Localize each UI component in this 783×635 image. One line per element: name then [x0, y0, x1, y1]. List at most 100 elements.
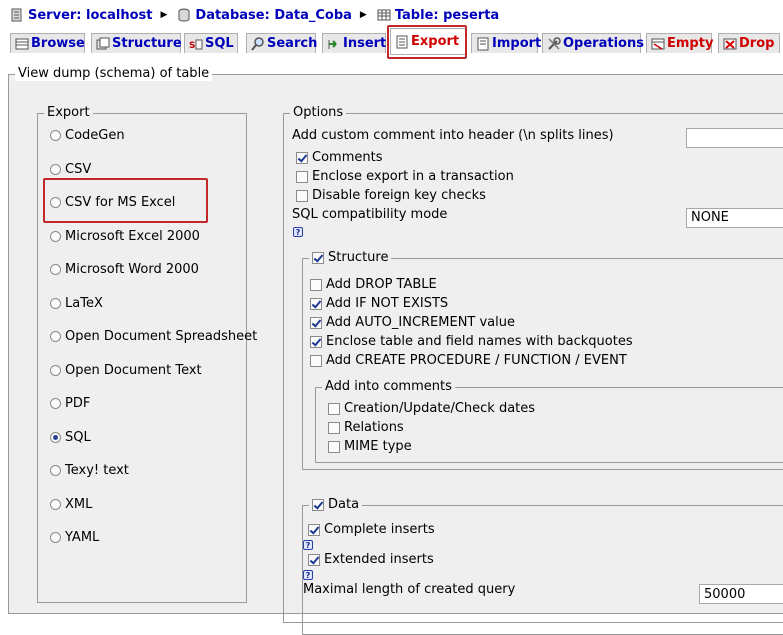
- table-icon: [377, 8, 391, 22]
- options-legend: Options: [290, 105, 347, 120]
- auto-increment-checkbox[interactable]: [310, 316, 322, 329]
- procedures-label: Add CREATE PROCEDURE / FUNCTION / EVENT: [326, 353, 627, 368]
- comments-checkbox[interactable]: [296, 151, 308, 164]
- drop-table-option[interactable]: Add DROP TABLE: [310, 277, 437, 292]
- structure-legend[interactable]: Structure: [309, 250, 392, 265]
- browse-icon: [15, 37, 29, 51]
- structure-icon: [96, 37, 110, 51]
- tab-sql[interactable]: S SQL: [184, 33, 238, 53]
- format-radio[interactable]: [50, 398, 61, 409]
- header-comment-label: Add custom comment into header (\n split…: [292, 128, 614, 143]
- tab-search[interactable]: Search: [246, 33, 318, 53]
- max-query-label: Maximal length of created query: [303, 582, 515, 597]
- format-radio[interactable]: [50, 532, 61, 543]
- tab-import[interactable]: Import: [471, 33, 541, 53]
- extended-inserts-checkbox[interactable]: [308, 553, 320, 566]
- format-radio[interactable]: [50, 164, 61, 175]
- format-radio[interactable]: [50, 264, 61, 275]
- header-comment-input[interactable]: [686, 128, 783, 148]
- format-option-yaml[interactable]: YAML: [50, 530, 99, 545]
- format-radio-selected[interactable]: [50, 432, 61, 443]
- comments-label: Comments: [312, 150, 383, 165]
- breadcrumb-database-link[interactable]: Database: Data_Coba: [195, 8, 352, 23]
- format-radio[interactable]: [50, 231, 61, 242]
- format-option-xml[interactable]: XML: [50, 497, 92, 512]
- format-radio[interactable]: [50, 298, 61, 309]
- structure-checkbox[interactable]: [312, 251, 324, 264]
- complete-inserts-option[interactable]: Complete inserts: [308, 522, 435, 537]
- wrench-icon: [547, 36, 561, 51]
- mime-checkbox[interactable]: [328, 440, 340, 453]
- format-label: SQL: [65, 430, 91, 445]
- format-radio[interactable]: [50, 365, 61, 376]
- tab-structure[interactable]: Structure: [91, 33, 182, 53]
- dates-checkbox[interactable]: [328, 402, 340, 415]
- data-fieldset: Data Complete inserts ? Extended inserts…: [302, 497, 783, 635]
- format-option-pdf[interactable]: PDF: [50, 396, 90, 411]
- compat-mode-select[interactable]: NONE: [686, 208, 783, 228]
- if-not-exists-option[interactable]: Add IF NOT EXISTS: [310, 296, 448, 311]
- tab-drop[interactable]: Drop: [718, 33, 780, 53]
- data-legend-text: Data: [328, 497, 360, 512]
- format-radio[interactable]: [50, 331, 61, 342]
- format-radio[interactable]: [50, 130, 61, 141]
- format-option-excel-2000[interactable]: Microsoft Excel 2000: [50, 229, 200, 244]
- if-not-exists-checkbox[interactable]: [310, 297, 322, 310]
- format-radio[interactable]: [50, 499, 61, 510]
- format-radio[interactable]: [50, 465, 61, 476]
- fk-checks-option[interactable]: Disable foreign key checks: [296, 188, 486, 203]
- procedures-checkbox[interactable]: [310, 354, 322, 367]
- format-option-odt[interactable]: Open Document Text: [50, 363, 202, 378]
- procedures-option[interactable]: Add CREATE PROCEDURE / FUNCTION / EVENT: [310, 353, 627, 368]
- format-option-sql[interactable]: SQL: [50, 430, 91, 445]
- backquotes-option[interactable]: Enclose table and field names with backq…: [310, 334, 633, 349]
- help-icon[interactable]: ?: [303, 540, 313, 550]
- max-query-input[interactable]: [699, 584, 783, 604]
- auto-increment-option[interactable]: Add AUTO_INCREMENT value: [310, 315, 515, 330]
- breadcrumb-server-link[interactable]: Server: localhost: [28, 8, 152, 23]
- relations-option[interactable]: Relations: [328, 420, 404, 435]
- mime-option[interactable]: MIME type: [328, 439, 412, 454]
- header-comment-text: Add custom comment into header (\n split…: [292, 128, 614, 143]
- breadcrumb-table-link[interactable]: Table: peserta: [395, 8, 499, 23]
- transaction-option[interactable]: Enclose export in a transaction: [296, 169, 514, 184]
- help-icon[interactable]: ?: [303, 570, 313, 580]
- extended-inserts-option[interactable]: Extended inserts: [308, 552, 434, 567]
- fk-checks-checkbox[interactable]: [296, 189, 308, 202]
- format-option-latex[interactable]: LaTeX: [50, 296, 103, 311]
- tab-insert[interactable]: Insert: [322, 33, 386, 53]
- format-option-ods[interactable]: Open Document Spreadsheet: [50, 329, 257, 344]
- tab-operations[interactable]: Operations: [542, 33, 644, 53]
- dates-option[interactable]: Creation/Update/Check dates: [328, 401, 535, 416]
- data-checkbox[interactable]: [312, 498, 324, 511]
- format-option-word-2000[interactable]: Microsoft Word 2000: [50, 262, 199, 277]
- drop-table-checkbox[interactable]: [310, 278, 322, 291]
- format-label: CodeGen: [65, 128, 125, 143]
- format-option-texy[interactable]: Texy! text: [50, 463, 129, 478]
- complete-inserts-checkbox[interactable]: [308, 523, 320, 536]
- fk-checks-label: Disable foreign key checks: [312, 188, 486, 203]
- format-option-codegen[interactable]: CodeGen: [50, 128, 125, 143]
- tab-empty[interactable]: Empty: [646, 33, 713, 53]
- comments-option[interactable]: Comments: [296, 150, 382, 165]
- transaction-label: Enclose export in a transaction: [312, 169, 514, 184]
- tab-browse[interactable]: Browse: [10, 33, 85, 53]
- structure-legend-text: Structure: [328, 250, 389, 265]
- data-legend[interactable]: Data: [309, 497, 363, 512]
- backquotes-checkbox[interactable]: [310, 335, 322, 348]
- tab-label: Operations: [563, 36, 644, 51]
- auto-increment-label: Add AUTO_INCREMENT value: [326, 315, 516, 330]
- compat-mode-text: SQL compatibility mode: [292, 207, 448, 222]
- tab-label: Insert: [343, 36, 387, 51]
- transaction-checkbox[interactable]: [296, 170, 308, 183]
- tab-label: Search: [267, 36, 318, 51]
- format-label: Open Document Text: [65, 363, 202, 378]
- add-comments-fieldset: Add into comments Creation/Update/Check …: [315, 379, 783, 463]
- export-tab-highlight: [387, 25, 467, 59]
- if-not-exists-label: Add IF NOT EXISTS: [326, 296, 449, 311]
- format-option-csv[interactable]: CSV: [50, 162, 91, 177]
- help-icon[interactable]: ?: [293, 227, 303, 237]
- csv-excel-highlight: [43, 178, 208, 223]
- relations-checkbox[interactable]: [328, 421, 340, 434]
- format-label: YAML: [65, 530, 100, 545]
